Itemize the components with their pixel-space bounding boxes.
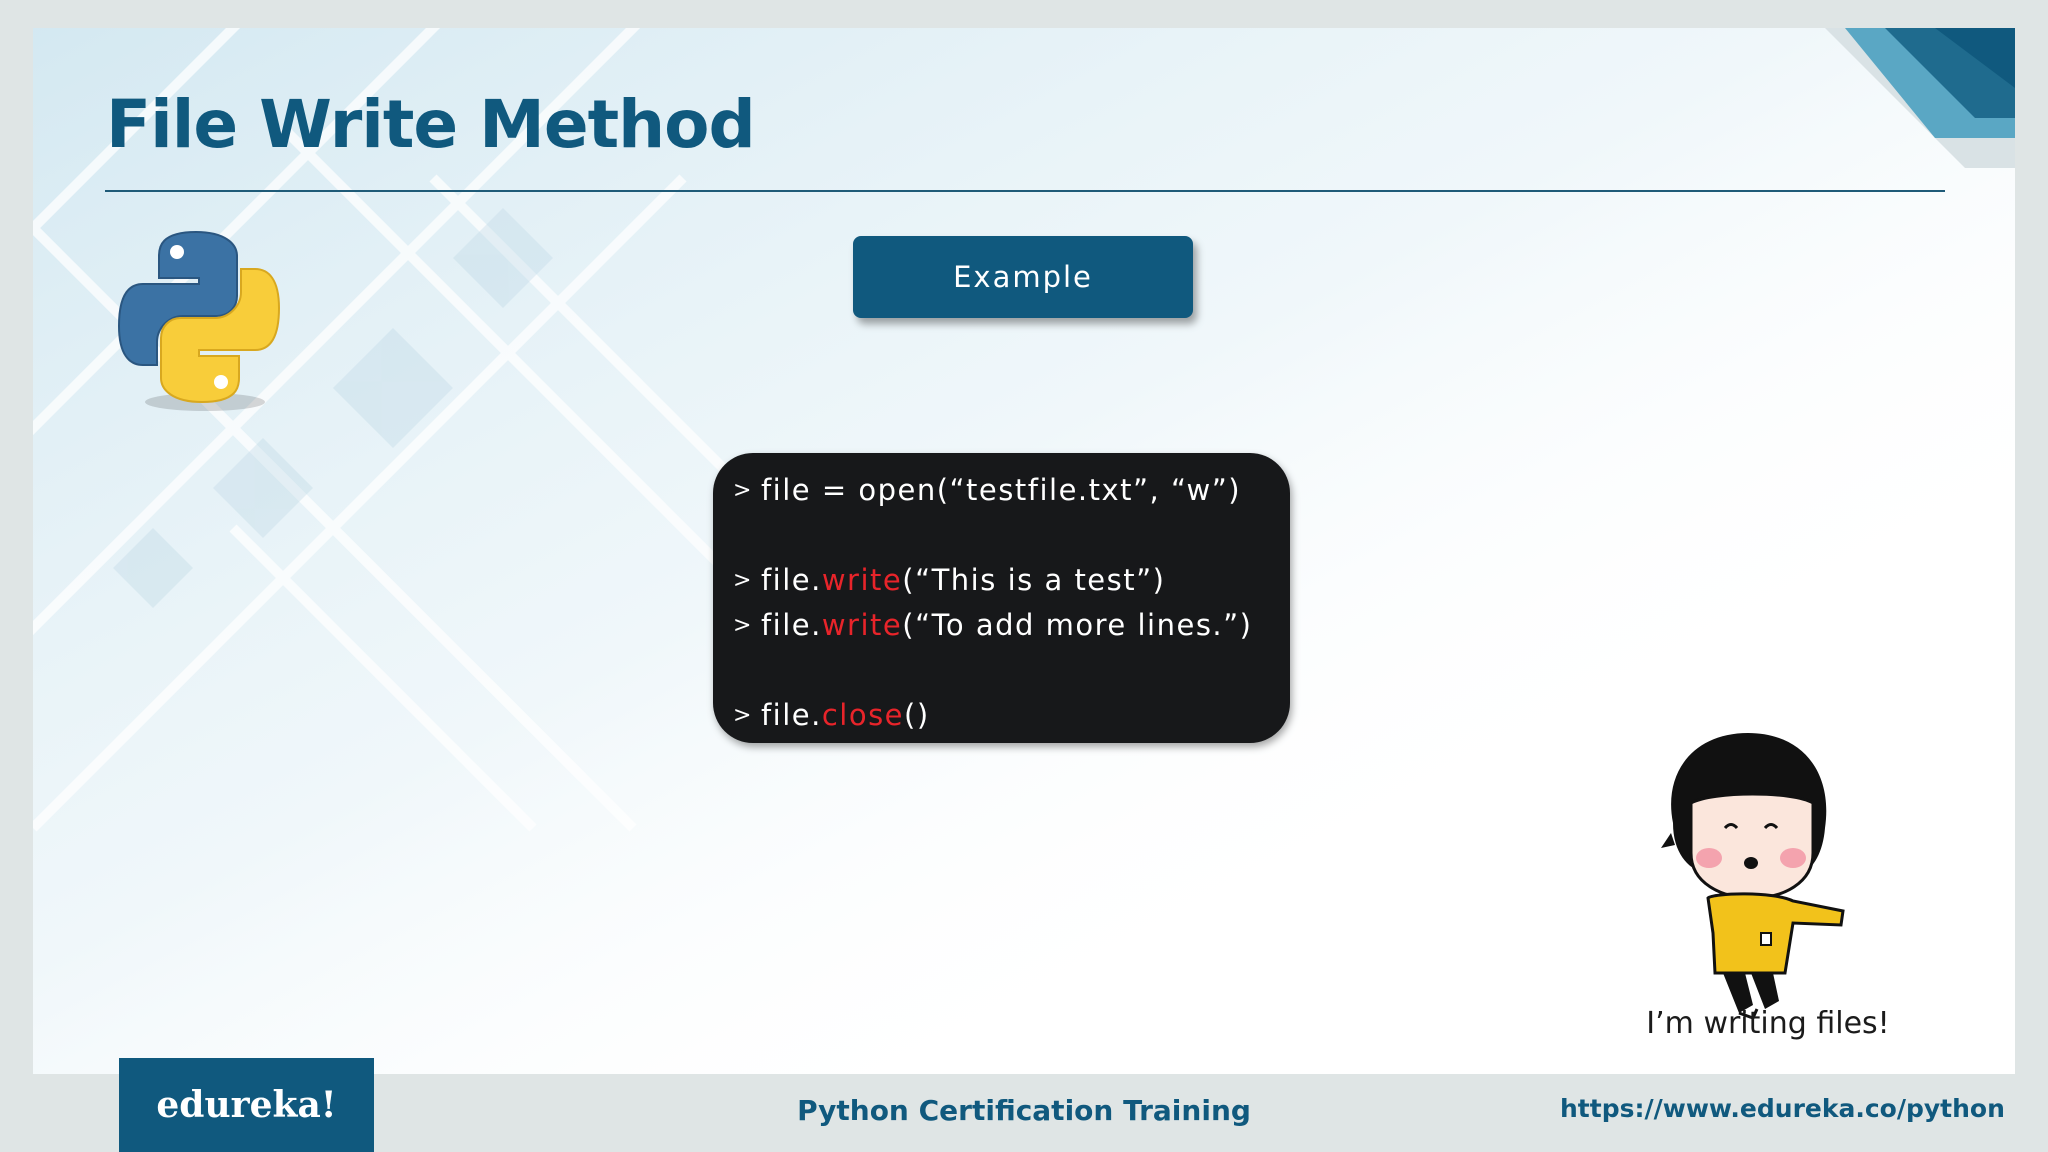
brand-text: edureka! — [156, 1084, 337, 1126]
slide-title: File Write Method — [106, 86, 756, 163]
python-logo-icon — [117, 230, 281, 411]
code-object: file. — [760, 698, 822, 732]
example-button[interactable]: Example — [853, 236, 1193, 318]
slide: File Write Method Example > file = open(“… — [33, 28, 2015, 1074]
edureka-logo: edureka! — [119, 1058, 374, 1152]
code-object: file. — [760, 563, 822, 597]
prompt-chevron: > — [733, 568, 753, 593]
code-line-write-2: > file.write(“To add more lines.”) — [733, 608, 1252, 642]
code-line-open: > file = open(“testfile.txt”, “w”) — [733, 473, 1241, 507]
code-args: (“To add more lines.”) — [902, 608, 1253, 642]
prompt-chevron: > — [733, 613, 753, 638]
cartoon-girl-illustration — [1661, 733, 1845, 1020]
footer-course-title: Python Certification Training — [797, 1094, 1251, 1127]
illustration-caption: I’m writing files! — [1646, 1006, 1890, 1041]
prompt-chevron: > — [733, 703, 753, 728]
code-line-close: > file.close() — [733, 698, 930, 732]
code-line-write-1: > file.write(“This is a test”) — [733, 563, 1165, 597]
code-method: close — [821, 698, 905, 732]
footer-url-link[interactable]: https://www.edureka.co/python — [1560, 1094, 2005, 1123]
code-args: () — [904, 698, 930, 732]
code-args: (“This is a test”) — [902, 563, 1166, 597]
code-object: file. — [760, 608, 822, 642]
code-method: write — [821, 563, 903, 597]
code-text: file = open(“testfile.txt”, “w”) — [760, 473, 1242, 507]
code-method: write — [821, 608, 903, 642]
prompt-chevron: > — [733, 478, 753, 503]
title-divider — [105, 190, 1945, 192]
code-block: > file = open(“testfile.txt”, “w”) > file.… — [713, 453, 1290, 743]
corner-decoration — [1825, 28, 2015, 168]
